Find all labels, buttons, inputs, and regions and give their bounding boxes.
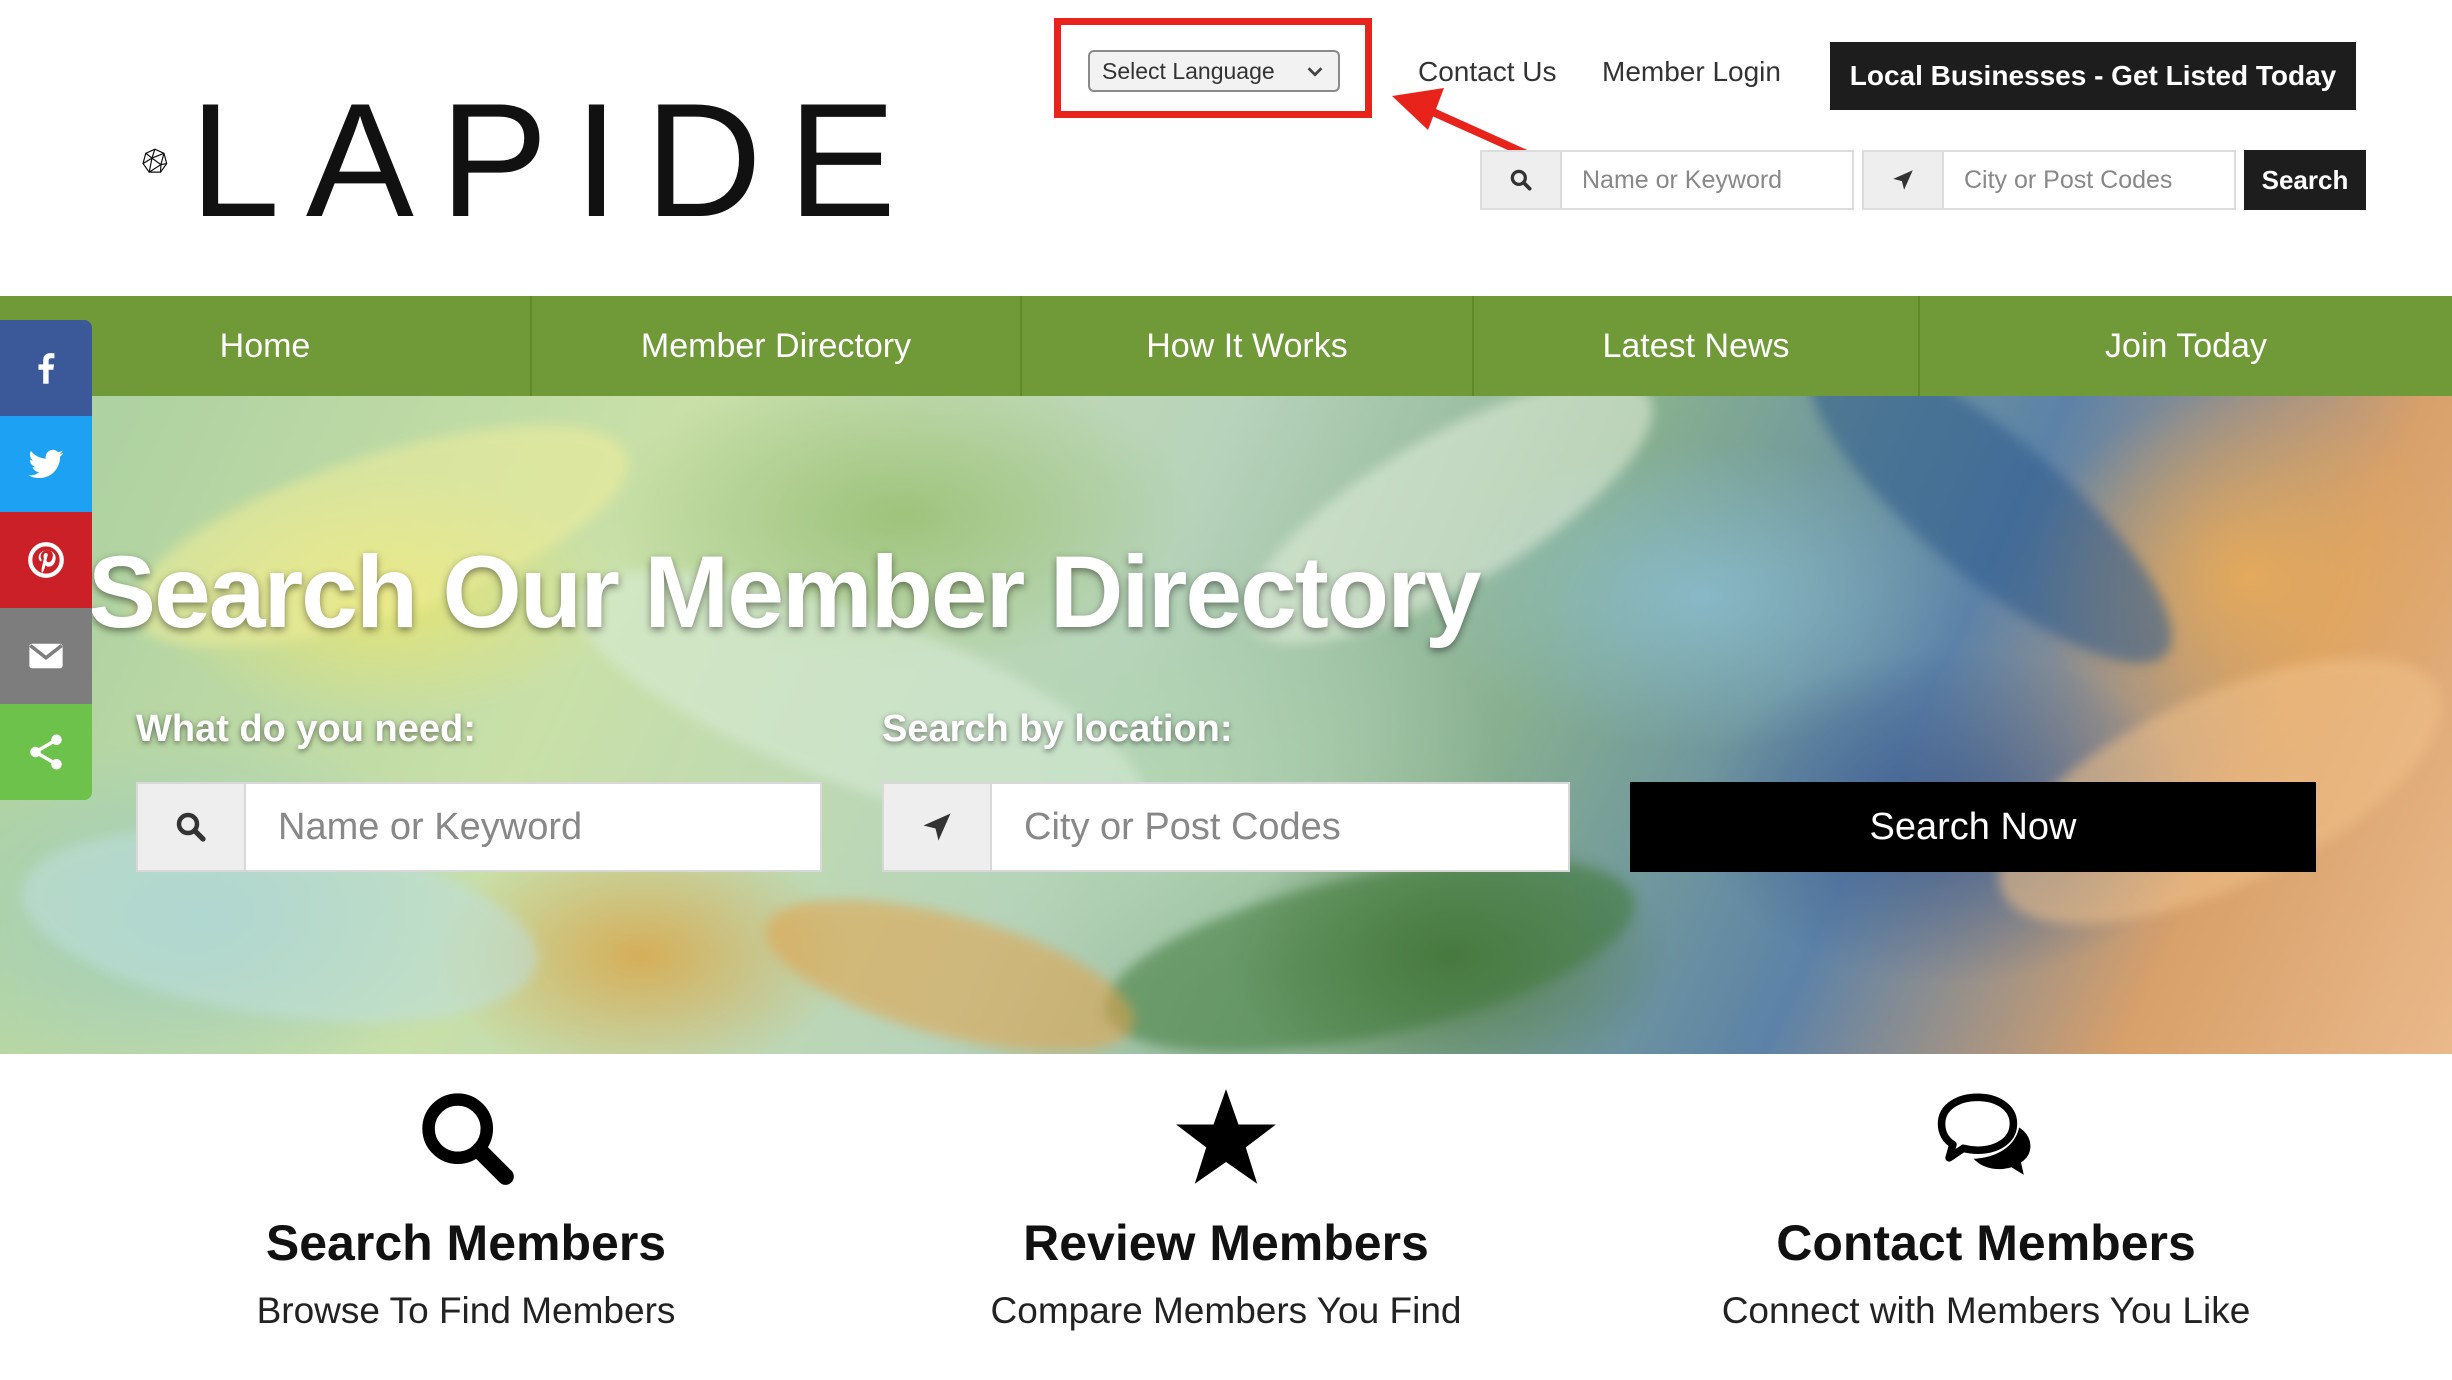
email-icon — [29, 643, 63, 669]
star-icon — [1176, 1089, 1276, 1184]
search-now-button[interactable]: Search Now — [1630, 782, 2316, 872]
magnifier-icon — [422, 1093, 514, 1185]
share-button[interactable] — [0, 704, 92, 800]
site-logo[interactable]: LAPIDE — [142, 80, 922, 242]
get-listed-button[interactable]: Local Businesses - Get Listed Today — [1830, 42, 2356, 110]
search-icon — [1482, 152, 1562, 208]
facebook-share-button[interactable] — [0, 320, 92, 416]
member-login-link[interactable]: Member Login — [1602, 56, 1781, 88]
header-location-input[interactable]: City or Post Codes — [1944, 152, 2234, 208]
feature-title: Contact Members — [1776, 1215, 2196, 1271]
twitter-share-button[interactable] — [0, 416, 92, 512]
language-select-value: Select Language — [1102, 57, 1275, 84]
feature-title: Review Members — [1023, 1215, 1429, 1271]
feature-subtitle: Compare Members You Find — [990, 1290, 1462, 1331]
location-label: Search by location: — [882, 708, 1233, 750]
hero-keyword-input[interactable]: Name or Keyword — [246, 784, 820, 870]
feature-contact-members: Contact Members Connect with Members You… — [1636, 1082, 2336, 1332]
share-icon — [30, 734, 62, 770]
facebook-icon — [38, 353, 55, 384]
location-arrow-icon — [884, 784, 992, 870]
feature-subtitle: Connect with Members You Like — [1721, 1290, 2251, 1331]
header-keyword-input[interactable]: Name or Keyword — [1562, 152, 1852, 208]
contact-us-link[interactable]: Contact Us — [1418, 56, 1557, 88]
header-location-search[interactable]: City or Post Codes — [1862, 150, 2236, 210]
header-search-button[interactable]: Search — [2244, 150, 2366, 210]
feature-title: Search Members — [265, 1215, 667, 1271]
nav-item-how-it-works[interactable]: How It Works — [1022, 296, 1474, 396]
brand-wordmark: LAPIDE — [189, 70, 922, 251]
search-icon — [138, 784, 246, 870]
feature-subtitle: Browse To Find Members — [256, 1290, 676, 1331]
nav-item-member-directory[interactable]: Member Directory — [532, 296, 1022, 396]
nav-item-join-today[interactable]: Join Today — [1920, 296, 2452, 396]
hero-title: Search Our Member Directory — [88, 535, 1482, 649]
site-header: LAPIDE Select Language Contact Us Member… — [0, 0, 2452, 296]
location-arrow-icon — [1864, 152, 1944, 208]
pinterest-share-button[interactable] — [0, 512, 92, 608]
main-nav: Home Member Directory How It Works Lates… — [0, 296, 2452, 396]
paint-stroke — [750, 868, 1150, 1054]
chat-bubbles-icon — [1937, 1093, 2031, 1175]
hero-banner: Search Our Member Directory What do you … — [0, 396, 2452, 1054]
paint-stroke — [1768, 396, 2212, 708]
social-share-bar — [0, 320, 92, 800]
language-select[interactable]: Select Language — [1088, 50, 1340, 92]
pinterest-icon — [28, 542, 64, 578]
nav-item-latest-news[interactable]: Latest News — [1474, 296, 1920, 396]
chevron-down-icon — [1307, 67, 1323, 77]
hero-location-search[interactable]: City or Post Codes — [882, 782, 1570, 872]
feature-review-members: Review Members Compare Members You Find — [876, 1082, 1576, 1332]
lapide-logo-icon — [142, 148, 168, 173]
email-share-button[interactable] — [0, 608, 92, 704]
twitter-icon — [28, 449, 64, 479]
keyword-label: What do you need: — [136, 708, 476, 750]
header-keyword-search[interactable]: Name or Keyword — [1480, 150, 1854, 210]
hero-keyword-search[interactable]: Name or Keyword — [136, 782, 822, 872]
feature-search-members: Search Members Browse To Find Members — [116, 1082, 816, 1332]
hero-location-input[interactable]: City or Post Codes — [992, 784, 1568, 870]
